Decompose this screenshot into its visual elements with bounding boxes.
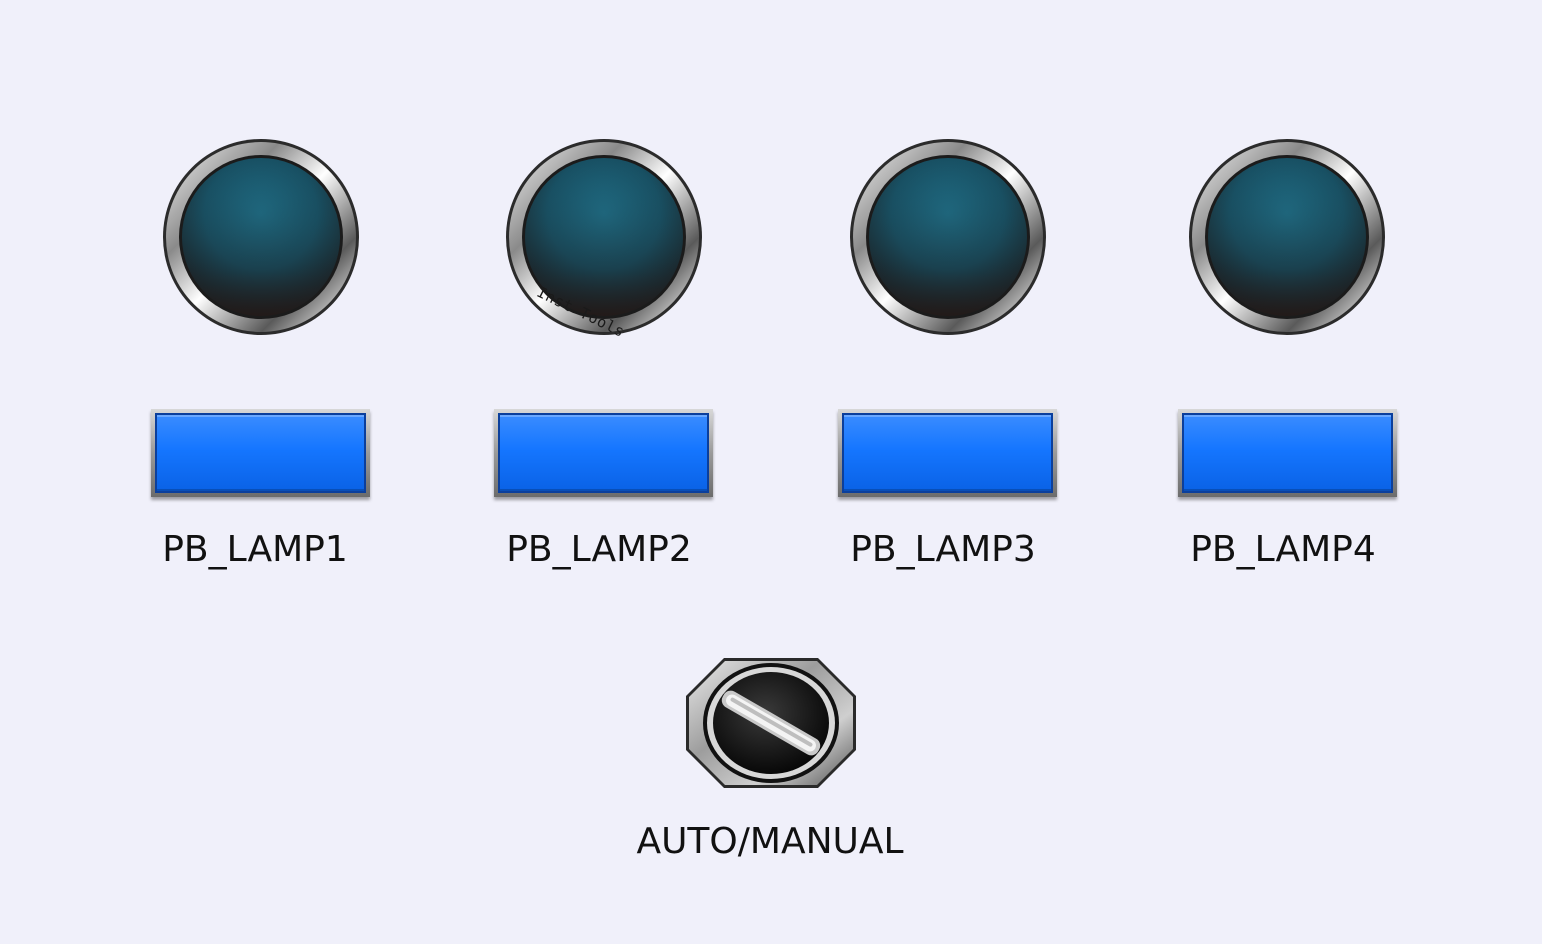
pb-lamp4-button[interactable] <box>1178 409 1397 497</box>
pb-lamp2-button[interactable] <box>494 409 713 497</box>
button-face[interactable] <box>155 413 366 493</box>
pb-lamp2-label: PB_LAMP2 <box>506 529 692 570</box>
hmi-panel: Inst Tools PB_LAMP1 PB_LAMP2 PB_LAMP3 PB… <box>0 0 1542 944</box>
button-face[interactable] <box>842 413 1053 493</box>
indicator-lamp-2 <box>504 137 704 337</box>
button-face[interactable] <box>1182 413 1393 493</box>
indicator-lamp-3 <box>848 137 1048 337</box>
lamp-icon <box>163 139 359 335</box>
pb-lamp3-button[interactable] <box>838 409 1057 497</box>
lamp-icon <box>506 139 702 335</box>
pb-lamp4-label: PB_LAMP4 <box>1190 529 1376 570</box>
lamp-icon <box>850 139 1046 335</box>
lamp-icon <box>1189 139 1385 335</box>
auto-manual-selector-switch[interactable] <box>684 656 858 790</box>
pb-lamp3-label: PB_LAMP3 <box>850 529 1036 570</box>
pb-lamp1-button[interactable] <box>151 409 370 497</box>
button-face[interactable] <box>498 413 709 493</box>
indicator-lamp-1 <box>161 137 361 337</box>
indicator-lamp-4 <box>1187 137 1387 337</box>
selector-switch-icon[interactable] <box>684 656 858 790</box>
auto-manual-label: AUTO/MANUAL <box>636 821 904 862</box>
pb-lamp1-label: PB_LAMP1 <box>162 529 348 570</box>
